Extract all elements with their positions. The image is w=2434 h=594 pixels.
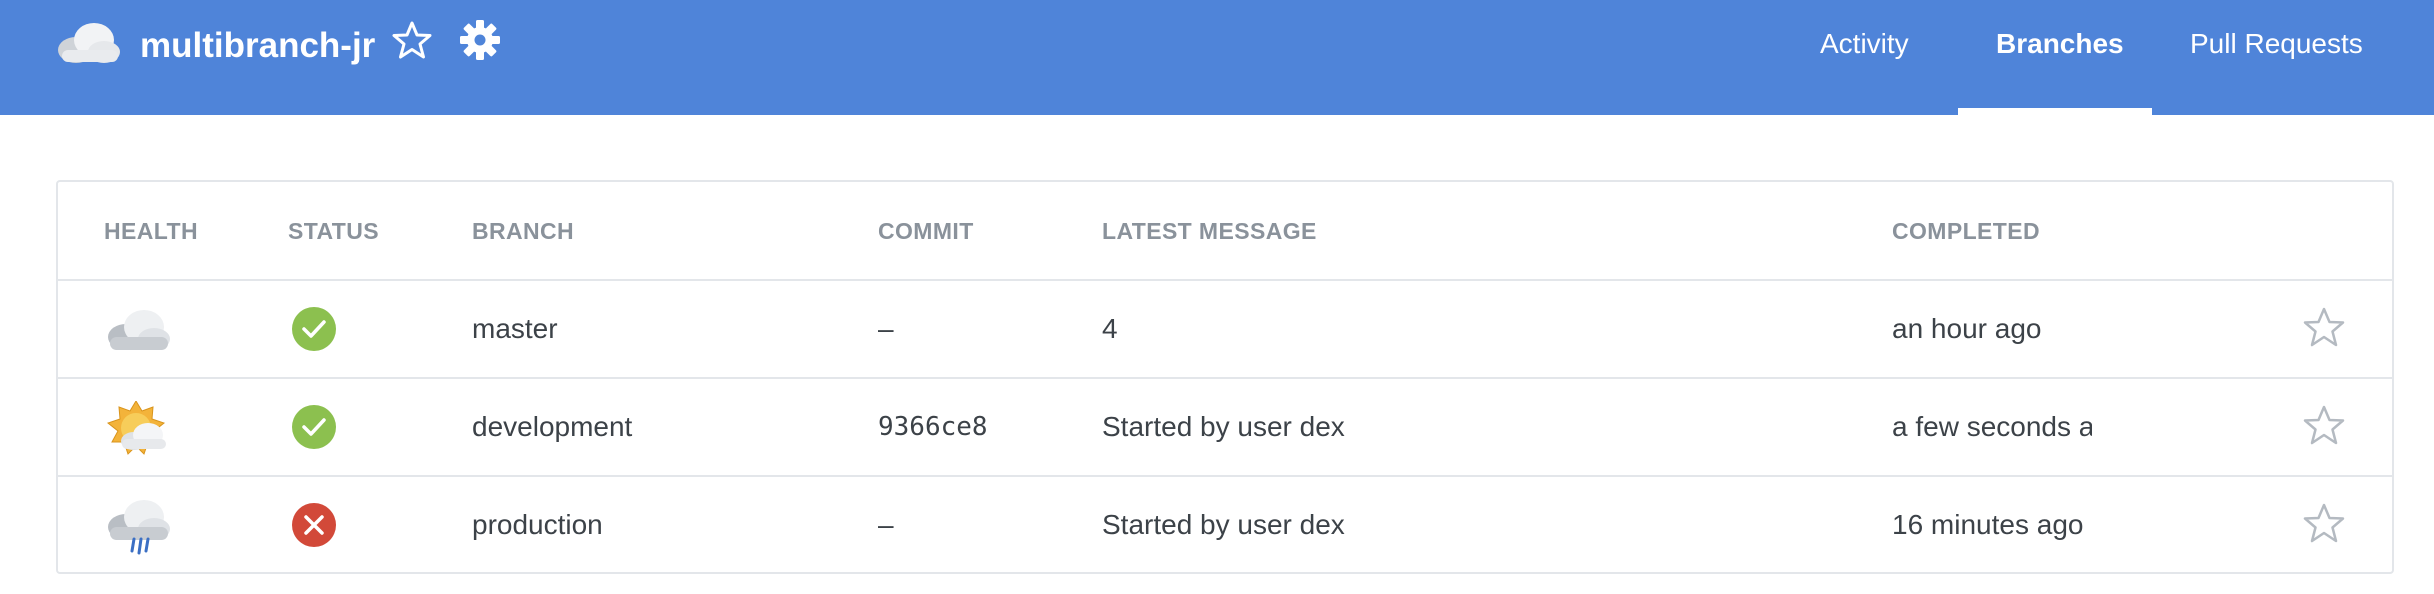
completed-time: a few seconds ago xyxy=(1892,411,2092,442)
rain-icon xyxy=(108,500,170,555)
column-header-health: HEALTH xyxy=(104,218,198,244)
latest-message: Started by user dex xyxy=(1102,411,1345,442)
table-row[interactable]: master – 4 an hour ago xyxy=(58,279,2392,376)
completed-time: an hour ago xyxy=(1892,313,2042,344)
gear-icon[interactable] xyxy=(458,18,502,62)
column-header-latest-message: LATEST MESSAGE xyxy=(1102,218,1317,244)
favorite-star-icon[interactable] xyxy=(2302,403,2346,447)
project-title[interactable]: multibranch-jr xyxy=(140,22,375,70)
cloudy-icon xyxy=(108,310,170,350)
commit-id[interactable]: 9366ce8 xyxy=(878,409,988,445)
commit-id: – xyxy=(878,313,894,344)
success-check-icon xyxy=(292,405,336,449)
branches-table: HEALTH STATUS BRANCH COMMIT LATEST MESSA… xyxy=(56,180,2394,574)
tab-branches[interactable]: Branches xyxy=(1996,26,2124,62)
completed-time: 16 minutes ago xyxy=(1892,509,2084,540)
favorite-star-icon[interactable] xyxy=(392,20,432,60)
cloud-logo-icon xyxy=(58,23,120,63)
failure-x-icon xyxy=(292,503,336,547)
table-row[interactable]: development 9366ce8 Started by user dex … xyxy=(58,377,2392,474)
tab-activity[interactable]: Activity xyxy=(1820,26,1909,62)
top-header: multibranch-jr Activity Branches Pull Re… xyxy=(0,0,2434,115)
branch-name[interactable]: production xyxy=(472,507,603,543)
partly-sunny-icon xyxy=(106,401,166,455)
favorite-star-icon[interactable] xyxy=(2302,305,2346,349)
commit-id: – xyxy=(878,509,894,540)
latest-message: 4 xyxy=(1102,313,1118,344)
favorite-star-icon[interactable] xyxy=(2302,501,2346,545)
table-row[interactable]: production – Started by user dex 16 minu… xyxy=(58,475,2392,572)
latest-message: Started by user dex xyxy=(1102,509,1345,540)
column-header-commit: COMMIT xyxy=(878,218,974,244)
column-header-branch: BRANCH xyxy=(472,218,575,244)
column-header-completed: COMPLETED xyxy=(1892,218,2040,244)
branch-name[interactable]: master xyxy=(472,311,558,347)
column-header-status: STATUS xyxy=(288,218,379,244)
success-check-icon xyxy=(292,307,336,351)
active-tab-indicator xyxy=(1958,108,2152,115)
tab-pull-requests[interactable]: Pull Requests xyxy=(2190,26,2363,62)
branch-name[interactable]: development xyxy=(472,409,632,445)
